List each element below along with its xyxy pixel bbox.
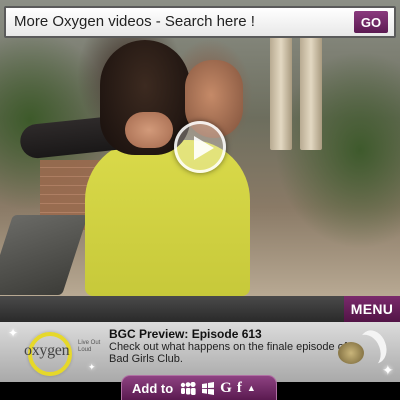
episode-description: Check out what happens on the finale epi… (109, 341, 347, 365)
myspace-icon[interactable] (180, 381, 196, 395)
add-to-label: Add to (132, 380, 174, 396)
windows-icon[interactable] (201, 381, 215, 395)
play-button[interactable] (174, 121, 226, 173)
search-input[interactable]: More Oxygen videos - Search here ! (6, 8, 354, 36)
episode-info-panel[interactable]: ✦ ✦ ✦ oxygen Live Out Loud BGC Preview: … (0, 322, 400, 382)
hand (125, 112, 173, 148)
video-frame[interactable] (0, 0, 400, 296)
yellow-shirt-person (85, 140, 250, 296)
arrow-up-icon[interactable]: ▲ (247, 383, 256, 393)
menu-button[interactable]: MENU (344, 296, 400, 322)
go-button[interactable]: GO (354, 11, 388, 33)
search-bar: More Oxygen videos - Search here ! GO (4, 6, 396, 38)
logo-tagline: Live Out Loud (78, 340, 101, 353)
menu-strip: MENU (0, 296, 400, 322)
chair (0, 215, 88, 295)
play-icon (194, 136, 214, 160)
pillar (270, 30, 292, 150)
pillar (300, 30, 322, 150)
logo-word: oxygen (24, 342, 70, 359)
add-to-button[interactable]: Add to G f ▲ (121, 375, 277, 400)
sparkle-icon: ✦ (382, 362, 394, 378)
google-icon[interactable]: G (220, 380, 232, 397)
episode-title: BGC Preview: Episode 613 (109, 327, 262, 341)
sparkle-icon: ✦ (8, 326, 19, 340)
oxygen-logo[interactable]: oxygen Live Out Loud (24, 328, 104, 378)
facebook-icon[interactable]: f (237, 380, 242, 397)
